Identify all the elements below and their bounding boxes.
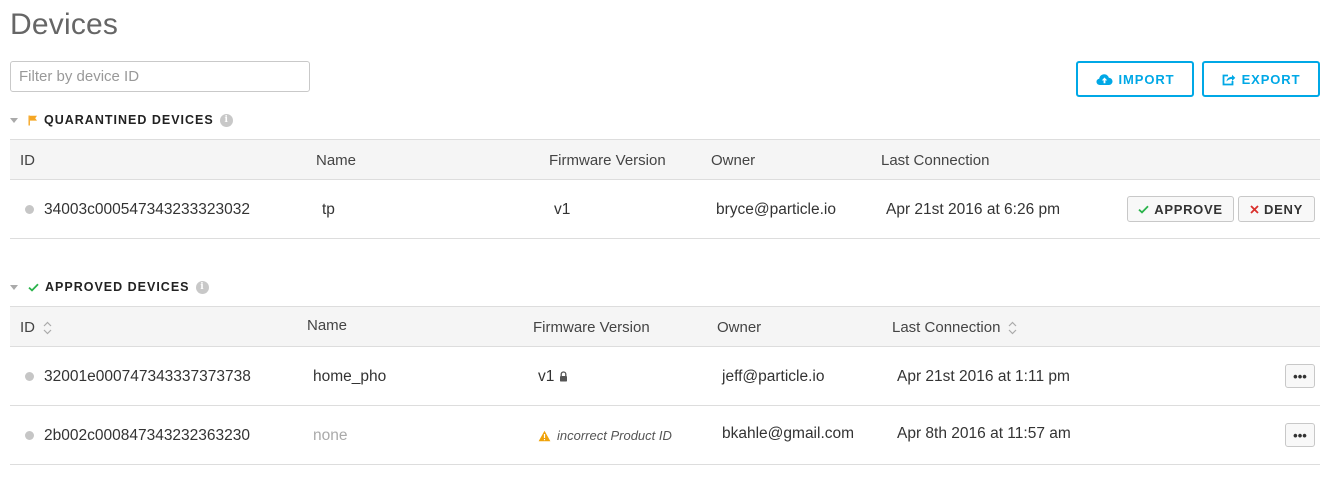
info-icon[interactable]: i	[219, 113, 233, 127]
table-header: ID Name Firmware Version Owner Last Conn…	[10, 139, 1320, 180]
last-connection: Apr 8th 2016 at 11:57 am	[897, 424, 1071, 442]
device-name: none	[313, 426, 348, 444]
caret-down-icon[interactable]	[10, 284, 18, 290]
column-header-id[interactable]: ID	[20, 307, 52, 348]
column-header-name: Name	[307, 317, 348, 334]
table-row[interactable]: 2b002c000847343232363230 none incorrect …	[10, 406, 1320, 465]
firmware-warning: incorrect Product ID	[557, 428, 672, 443]
device-id: 2b002c000847343232363230	[44, 426, 251, 444]
approved-section-header[interactable]: APPROVED DEVICES i	[10, 280, 209, 294]
deny-label: DENY	[1264, 201, 1303, 217]
device-id: 32001e000747343337373738	[44, 367, 251, 385]
firmware-version-cell: incorrect Product ID	[538, 406, 672, 465]
table-row[interactable]: 32001e000747343337373738 home_pho v1 jef…	[10, 347, 1320, 406]
last-connection: Apr 21st 2016 at 6:26 pm	[886, 200, 1061, 218]
approve-button[interactable]: APPROVE	[1127, 196, 1234, 222]
firmware-version-cell: v1	[538, 347, 568, 406]
status-dot	[25, 372, 34, 381]
device-name: home_pho	[313, 367, 387, 385]
lock-icon	[559, 371, 568, 382]
device-id: 34003c000547343233323032	[44, 200, 251, 218]
owner-email: bryce@particle.io	[716, 200, 836, 218]
firmware-version: v1	[554, 200, 571, 218]
cloud-upload-icon	[1096, 73, 1113, 86]
device-id-cell: 32001e000747343337373738	[25, 347, 251, 406]
table-header: ID Name Firmware Version Owner Last Conn…	[10, 306, 1320, 347]
import-button[interactable]: IMPORT	[1076, 61, 1194, 97]
table-row[interactable]: 34003c000547343233323032 tp v1 bryce@par…	[10, 180, 1320, 239]
flag-icon	[28, 115, 38, 126]
more-options-button[interactable]: •••	[1285, 423, 1315, 447]
more-options-button[interactable]: •••	[1285, 364, 1315, 388]
column-header-name: Name	[316, 152, 357, 169]
last-connection: Apr 21st 2016 at 1:11 pm	[897, 367, 1070, 385]
section-title: APPROVED DEVICES	[45, 280, 190, 294]
sort-icon[interactable]	[1008, 321, 1017, 335]
column-header-last-connection: Last Connection	[881, 152, 990, 169]
device-id-cell: 2b002c000847343232363230	[25, 406, 250, 465]
status-dot	[25, 431, 34, 440]
column-header-last-connection[interactable]: Last Connection	[892, 307, 1017, 348]
owner-email: bkahle@gmail.com	[722, 424, 855, 442]
import-label: IMPORT	[1118, 71, 1175, 87]
column-header-label: ID	[20, 319, 35, 336]
caret-down-icon[interactable]	[10, 117, 18, 123]
quarantined-section-header[interactable]: QUARANTINED DEVICES i	[10, 113, 233, 127]
approved-table: ID Name Firmware Version Owner Last Conn…	[10, 306, 1320, 465]
section-title: QUARANTINED DEVICES	[44, 113, 214, 127]
device-name: tp	[322, 200, 335, 218]
approve-label: APPROVE	[1154, 201, 1223, 217]
share-export-icon	[1222, 73, 1236, 86]
column-header-firmware: Firmware Version	[533, 319, 650, 336]
device-id-cell: 34003c000547343233323032	[25, 180, 250, 239]
deny-button[interactable]: DENY	[1238, 196, 1315, 222]
check-icon	[28, 283, 39, 292]
column-header-id: ID	[20, 152, 35, 169]
firmware-version: v1	[538, 367, 555, 385]
check-icon	[1138, 202, 1149, 217]
info-icon[interactable]: i	[195, 280, 209, 294]
export-label: EXPORT	[1241, 71, 1301, 87]
column-header-owner: Owner	[711, 152, 756, 169]
sort-icon[interactable]	[43, 321, 52, 335]
close-icon	[1250, 202, 1259, 217]
owner-email: jeff@particle.io	[722, 367, 825, 385]
page-title: Devices	[10, 8, 119, 41]
quarantined-table: ID Name Firmware Version Owner Last Conn…	[10, 139, 1320, 239]
filter-input[interactable]	[10, 61, 310, 92]
warning-icon	[538, 430, 551, 442]
status-dot	[25, 205, 34, 214]
column-header-label: Last Connection	[892, 319, 1001, 336]
column-header-owner: Owner	[717, 319, 762, 336]
column-header-firmware: Firmware Version	[549, 152, 666, 169]
export-button[interactable]: EXPORT	[1202, 61, 1320, 97]
